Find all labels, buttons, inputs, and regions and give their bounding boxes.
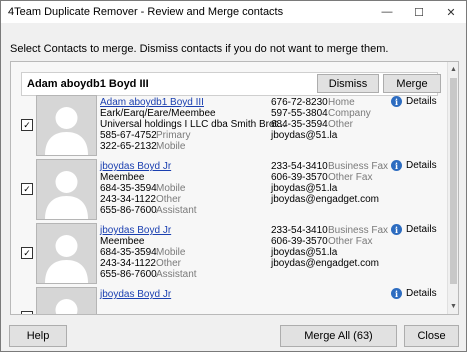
details-link[interactable]: i Details <box>391 96 437 107</box>
details-link[interactable]: i Details <box>391 224 437 235</box>
contact-field-label: Other Fax <box>328 236 373 247</box>
contact-name-link[interactable]: jboydas Boyd Jr <box>100 289 171 300</box>
contact-field-label: Business Fax <box>328 225 389 236</box>
details-label: Details <box>406 224 437 235</box>
contact-field-value: 597-55-3804 <box>271 108 328 119</box>
contact-field-value: 585-67-4752 <box>100 130 157 141</box>
minimize-button[interactable]: — <box>372 1 402 23</box>
contact-field-value: Universal holdings I LLC dba Smith Brot.… <box>100 119 286 130</box>
contact-checkbox[interactable]: ✓ <box>21 247 33 259</box>
contact-checkbox[interactable]: ✓ <box>21 119 33 131</box>
info-icon: i <box>391 160 402 171</box>
contact-field-label: Other Fax <box>328 172 373 183</box>
contact-field-label: Mobile <box>156 141 186 152</box>
contact-field-value: 606-39-3570 <box>271 172 328 183</box>
details-label: Details <box>406 96 437 107</box>
contact-checkbox[interactable]: ✓ <box>21 183 33 195</box>
contact-field-value: jboydas@engadget.com <box>271 258 379 269</box>
info-icon: i <box>391 288 402 299</box>
contact-name-link[interactable]: jboydas Boyd Jr <box>100 225 171 236</box>
scroll-up-icon[interactable]: ▲ <box>448 63 458 75</box>
contact-field-value: jboydas@51.la <box>271 183 338 194</box>
contact-field-label: Other <box>156 194 182 205</box>
contact-field-value: Meembee <box>100 172 145 183</box>
contact-field-value: 655-86-7600 <box>100 269 157 280</box>
contact-field-value: 655-86-7600 <box>100 205 157 216</box>
contact-field-value: 233-54-3410 <box>271 161 328 172</box>
contact-field-label: Assistant <box>156 205 197 216</box>
maximize-button[interactable]: ☐ <box>404 1 434 23</box>
contact-field-value: 684-35-3594 <box>271 119 328 130</box>
contact-name-link[interactable]: jboydas Boyd Jr <box>100 161 171 172</box>
contact-field-value: Eark/Earq/Eare/Meembee <box>100 108 216 119</box>
details-label: Details <box>406 288 437 299</box>
contact-field-value: jboydas@engadget.com <box>271 194 379 205</box>
avatar-icon <box>36 159 97 220</box>
contact-field-value: 676-72-8230 <box>271 97 328 108</box>
contact-field-value: Meembee <box>100 236 145 247</box>
close-button[interactable]: Close <box>404 325 459 347</box>
contacts-panel: Adam aboydb1 Boyd III Dismiss Merge ✓ Ada… <box>10 61 459 315</box>
contact-name-link[interactable]: Adam aboydb1 Boyd III <box>100 97 204 108</box>
contact-field-label: Other <box>328 119 354 130</box>
contact-field-value: 606-39-3570 <box>271 236 328 247</box>
contact-field-label: Assistant <box>156 269 197 280</box>
title-bar: 4Team Duplicate Remover - Review and Mer… <box>1 1 466 23</box>
group-header: Adam aboydb1 Boyd III Dismiss Merge <box>21 72 441 96</box>
contact-field-label: Primary <box>156 130 191 141</box>
info-icon: i <box>391 96 402 107</box>
close-window-button[interactable]: ✕ <box>436 1 466 23</box>
avatar-icon <box>36 95 97 156</box>
contact-field-label: Home <box>328 97 355 108</box>
contact-field-label: Mobile <box>156 247 186 258</box>
contact-field-label: Company <box>328 108 371 119</box>
contact-row: ✓ jboydas Boyd Jr i Details Meembee 684-35-35… <box>11 159 447 223</box>
contact-field-label: Business Fax <box>328 161 389 172</box>
merge-window: 4Team Duplicate Remover - Review and Mer… <box>0 0 467 352</box>
contact-field-value: 243-34-1122 <box>100 258 156 269</box>
merge-all-button[interactable]: Merge All (63) <box>280 325 397 347</box>
scroll-down-icon[interactable]: ▼ <box>448 300 458 312</box>
contact-field-value: 322-65-2132 <box>100 141 157 152</box>
contact-row: jboydas Boyd Jr i Details <box>11 287 447 314</box>
details-label: Details <box>406 160 437 171</box>
contact-field-label: Other <box>156 258 182 269</box>
contact-field-value: jboydas@51.la <box>271 247 338 258</box>
help-button[interactable]: Help <box>9 325 67 347</box>
contact-field-value: 233-54-3410 <box>271 225 328 236</box>
contact-field-value: jboydas@51.la <box>271 130 338 141</box>
window-title: 4Team Duplicate Remover - Review and Mer… <box>8 6 284 18</box>
dismiss-button[interactable]: Dismiss <box>317 74 379 93</box>
avatar-icon <box>36 223 97 284</box>
info-icon: i <box>391 224 402 235</box>
details-link[interactable]: i Details <box>391 160 437 171</box>
contact-checkbox[interactable] <box>21 311 33 314</box>
contact-field-label: Mobile <box>156 183 186 194</box>
contact-field-value: 684-35-3594 <box>100 183 157 194</box>
scrollbar[interactable]: ▲ ▼ <box>447 62 458 314</box>
avatar-icon <box>36 287 97 314</box>
details-link[interactable]: i Details <box>391 288 437 299</box>
contact-row: ✓ Adam aboydb1 Boyd III i Details Eark/Earq/… <box>11 95 447 159</box>
instruction-text: Select Contacts to merge. Dismiss contac… <box>10 43 389 55</box>
contact-row: ✓ jboydas Boyd Jr i Details Meembee 684-35-35… <box>11 223 447 287</box>
merge-button[interactable]: Merge <box>383 74 441 93</box>
group-name: Adam aboydb1 Boyd III <box>27 78 149 90</box>
contact-field-value: 243-34-1122 <box>100 194 156 205</box>
scroll-thumb[interactable] <box>450 78 457 284</box>
contact-field-value: 684-35-3594 <box>100 247 157 258</box>
